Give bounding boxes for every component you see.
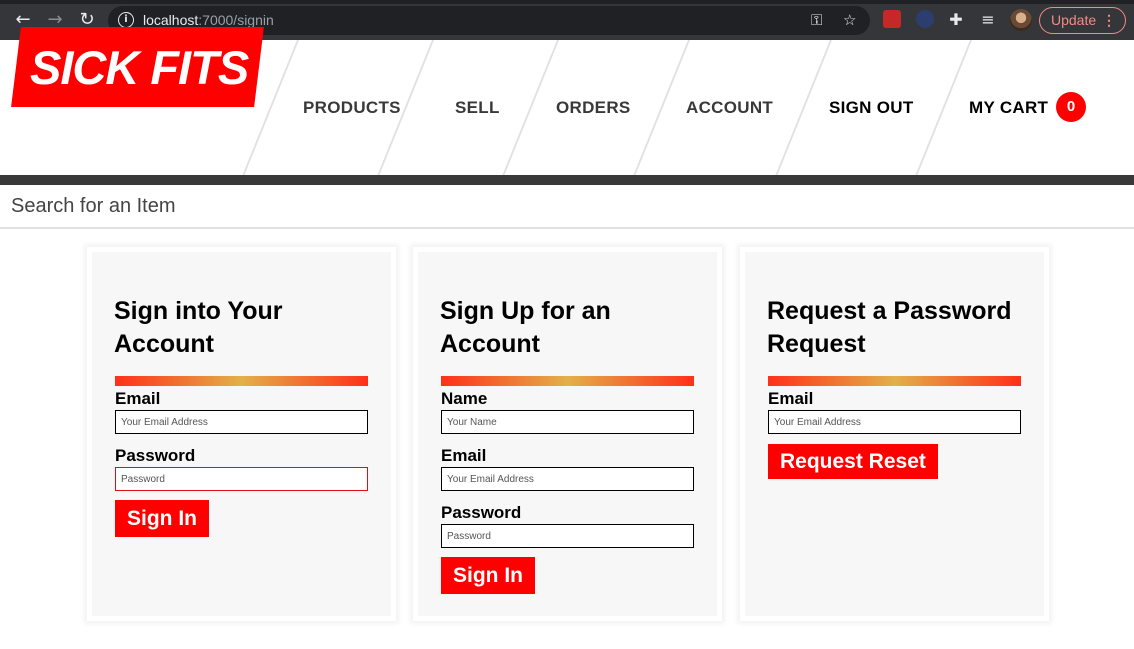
signup-name-field[interactable] — [441, 410, 694, 434]
nav-products[interactable]: PRODUCTS — [303, 98, 401, 118]
reset-form: Request a Password Request Email Request… — [740, 247, 1049, 621]
reset-email-label: Email — [768, 389, 814, 408]
signup-title: Sign Up for an Account — [440, 297, 611, 358]
signin-button[interactable]: Sign In — [115, 500, 209, 537]
avatar[interactable] — [1010, 9, 1032, 31]
extension-icon[interactable] — [883, 10, 901, 28]
reset-title: Request a Password Request — [767, 297, 1012, 358]
nav-orders[interactable]: ORDERS — [556, 98, 631, 118]
signup-email-field[interactable] — [441, 467, 694, 491]
form-gradient-bar — [768, 376, 1021, 386]
nav-sign-out[interactable]: SIGN OUT — [829, 98, 914, 118]
puzzle-icon[interactable]: ✚ — [945, 9, 967, 31]
nav-account[interactable]: ACCOUNT — [686, 98, 773, 118]
url-path: :7000/signin — [198, 12, 274, 28]
signup-form: Sign Up for an Account Name Email Passwo… — [413, 247, 722, 621]
signup-password-field[interactable] — [441, 524, 694, 548]
request-reset-button[interactable]: Request Reset — [768, 444, 938, 479]
logo[interactable]: SICK FITS — [30, 40, 249, 95]
signin-form: Sign into Your Account Email Password Si… — [87, 247, 396, 621]
signin-email-label: Email — [115, 389, 161, 408]
signup-button[interactable]: Sign In — [441, 557, 535, 594]
nav-my-cart[interactable]: MY CART — [969, 98, 1048, 118]
signup-name-label: Name — [441, 389, 488, 408]
signup-password-label: Password — [441, 503, 522, 522]
header-bar — [0, 175, 1134, 185]
search-bar — [0, 185, 1134, 229]
url-text[interactable]: localhost:7000/signin — [143, 12, 274, 28]
signin-email-field[interactable] — [115, 410, 368, 434]
star-icon[interactable]: ☆ — [843, 11, 856, 29]
reset-email-field[interactable] — [768, 410, 1021, 434]
media-queue-icon[interactable]: ≡ — [977, 9, 999, 31]
nav-sell[interactable]: SELL — [455, 98, 500, 118]
form-gradient-bar — [441, 376, 694, 386]
cart-count-badge[interactable]: 0 — [1056, 92, 1086, 122]
extension-icon[interactable] — [916, 10, 934, 28]
tab-strip — [0, 0, 1134, 4]
update-button[interactable]: Update ⋮ — [1039, 7, 1126, 34]
signup-email-label: Email — [441, 446, 487, 465]
search-input[interactable] — [0, 185, 1134, 227]
info-icon[interactable]: i — [118, 12, 134, 28]
more-vert-icon[interactable]: ⋮ — [1102, 8, 1116, 33]
signin-title: Sign into Your Account — [114, 297, 283, 358]
signin-password-label: Password — [115, 446, 196, 465]
url-host: localhost — [143, 12, 199, 28]
signin-password-field[interactable] — [115, 467, 368, 491]
key-icon[interactable]: ⚿ — [811, 11, 822, 29]
form-gradient-bar — [115, 376, 368, 386]
update-label: Update — [1051, 12, 1097, 28]
